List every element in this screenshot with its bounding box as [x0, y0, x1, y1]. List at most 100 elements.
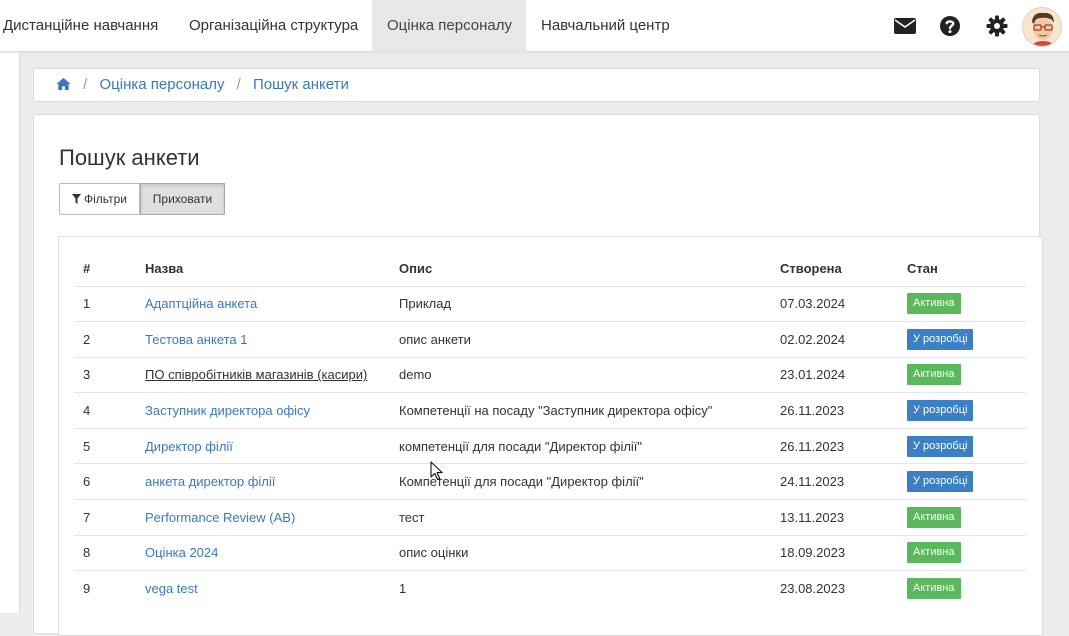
row-number: 4	[74, 392, 136, 429]
form-name-link[interactable]: vega test	[145, 581, 198, 596]
status-badge: У розробці	[907, 328, 974, 350]
row-created-date: 23.08.2023	[771, 570, 898, 607]
envelope-icon[interactable]	[893, 14, 917, 38]
row-name-cell: анкета директор філії	[136, 463, 390, 500]
row-number: 9	[74, 570, 136, 607]
status-badge: У розробці	[907, 435, 974, 457]
row-number: 7	[74, 499, 136, 536]
breadcrumb-staff-assessment[interactable]: Оцінка персоналу	[100, 76, 225, 93]
row-created-date: 23.01.2024	[771, 356, 898, 393]
row-name-cell: Оцінка 2024	[136, 534, 390, 571]
row-number: 3	[74, 356, 136, 393]
row-description: demo	[390, 356, 771, 393]
row-name-cell: Адаптційна анкета	[136, 285, 390, 322]
row-status-cell: Активна	[898, 570, 1026, 607]
status-badge: Активна	[907, 506, 961, 528]
row-description: Компетенції на посаду "Заступник директо…	[390, 392, 771, 429]
gear-icon[interactable]	[985, 14, 1009, 38]
breadcrumb: / Оцінка персоналу / Пошук анкети	[33, 68, 1040, 102]
table-row: 3 ПО співробітників магазинів (касири) dem…	[74, 356, 1026, 393]
top-navbar: Дистанційне навчання Організаційна струк…	[0, 0, 1069, 52]
table-row: 2 Тестова анкета 1 опис анкети 02.02.2024 У …	[74, 321, 1026, 358]
form-name-link[interactable]: Заступник директора офісу	[145, 403, 310, 418]
filters-button-label: Фільтри	[84, 192, 127, 206]
column-header-name[interactable]: Назва	[136, 252, 390, 286]
page-title: Пошук анкети	[59, 145, 200, 170]
row-status-cell: У розробці	[898, 321, 1026, 358]
row-description: опис оцінки	[390, 534, 771, 571]
status-badge: Активна	[907, 542, 961, 564]
row-name-cell: Заступник директора офісу	[136, 392, 390, 429]
form-name-link[interactable]: ПО співробітників магазинів (касири)	[145, 367, 367, 382]
row-created-date: 18.09.2023	[771, 534, 898, 571]
nav-item-distance-learning[interactable]: Дистанційне навчання	[0, 0, 173, 52]
left-sidebar-strip	[0, 53, 20, 613]
avatar-illustration-icon	[1023, 8, 1061, 46]
form-name-link[interactable]: анкета директор філії	[145, 474, 275, 489]
row-description: тест	[390, 499, 771, 536]
row-created-date: 13.11.2023	[771, 499, 898, 536]
table-row: 5 Директор філії компетенції для посади "Д…	[74, 427, 1026, 464]
row-name-cell: Performance Review (AB)	[136, 499, 390, 536]
row-status-cell: Активна	[898, 356, 1026, 393]
row-name-cell: vega test	[136, 570, 390, 607]
row-name-cell: Директор філії	[136, 427, 390, 464]
filters-button[interactable]: Фільтри	[59, 183, 140, 215]
status-badge: У розробці	[907, 471, 974, 493]
status-badge: У розробці	[907, 400, 974, 422]
forms-table-card: # Назва Опис Створена Стан 1 Адаптційна а…	[58, 236, 1043, 636]
mouse-cursor-icon	[430, 461, 443, 481]
table-row: 6 анкета директор філії Компетенції для по…	[74, 463, 1026, 500]
table-row: 8 Оцінка 2024 опис оцінки 18.09.2023 Активна	[74, 534, 1026, 571]
row-status-cell: У розробці	[898, 427, 1026, 464]
row-number: 1	[74, 285, 136, 322]
table-row: 9 vega test 1 23.08.2023 Активна	[74, 570, 1026, 607]
breadcrumb-separator: /	[236, 76, 241, 93]
nav-item-training-center[interactable]: Навчальний центр	[526, 0, 685, 52]
forms-table: # Назва Опис Створена Стан 1 Адаптційна а…	[74, 252, 1026, 607]
row-created-date: 26.11.2023	[771, 427, 898, 464]
form-name-link[interactable]: Директор філії	[145, 439, 233, 454]
main-panel: Пошук анкети Фільтри Приховати # Назва О…	[33, 114, 1043, 636]
column-header-created[interactable]: Створена	[771, 252, 898, 286]
status-badge: Активна	[907, 578, 961, 600]
row-status-cell: У розробці	[898, 463, 1026, 500]
table-row: 7 Performance Review (AB) тест 13.11.2023 Ак…	[74, 499, 1026, 536]
form-name-link[interactable]: Performance Review (AB)	[145, 510, 295, 525]
row-number: 6	[74, 463, 136, 500]
status-badge: Активна	[907, 293, 961, 315]
breadcrumb-search-form[interactable]: Пошук анкети	[253, 76, 349, 93]
status-badge: Активна	[907, 364, 961, 386]
hide-button[interactable]: Приховати	[140, 183, 225, 215]
form-name-link[interactable]: Тестова анкета 1	[145, 332, 248, 347]
table-row: 4 Заступник директора офісу Компетенції на…	[74, 392, 1026, 429]
user-avatar[interactable]	[1022, 7, 1062, 47]
row-description: Приклад	[390, 285, 771, 322]
row-description: Компетенції для посади "Директор філії"	[390, 463, 771, 500]
question-circle-icon[interactable]	[938, 14, 962, 38]
form-name-link[interactable]: Оцінка 2024	[145, 545, 218, 560]
row-status-cell: Активна	[898, 499, 1026, 536]
row-created-date: 07.03.2024	[771, 285, 898, 322]
column-header-description[interactable]: Опис	[390, 252, 771, 286]
row-number: 2	[74, 321, 136, 358]
breadcrumb-separator: /	[83, 76, 88, 93]
table-row: 1 Адаптційна анкета Приклад 07.03.2024 Актив…	[74, 285, 1026, 322]
column-header-status[interactable]: Стан	[898, 252, 1026, 286]
form-name-link[interactable]: Адаптційна анкета	[145, 296, 257, 311]
table-header-row: # Назва Опис Створена Стан	[74, 252, 1026, 286]
home-icon[interactable]	[56, 77, 71, 91]
column-header-number[interactable]: #	[74, 252, 136, 286]
row-number: 8	[74, 534, 136, 571]
filter-icon	[72, 194, 81, 204]
row-description: компетенції для посади "Директор філії"	[390, 427, 771, 464]
row-name-cell: Тестова анкета 1	[136, 321, 390, 358]
row-description: опис анкети	[390, 321, 771, 358]
row-number: 5	[74, 427, 136, 464]
row-name-cell: ПО співробітників магазинів (касири)	[136, 356, 390, 393]
nav-item-staff-assessment[interactable]: Оцінка персоналу	[372, 0, 526, 52]
row-status-cell: У розробці	[898, 392, 1026, 429]
row-created-date: 02.02.2024	[771, 321, 898, 358]
row-description: 1	[390, 570, 771, 607]
nav-item-org-structure[interactable]: Організаційна структура	[174, 0, 373, 52]
